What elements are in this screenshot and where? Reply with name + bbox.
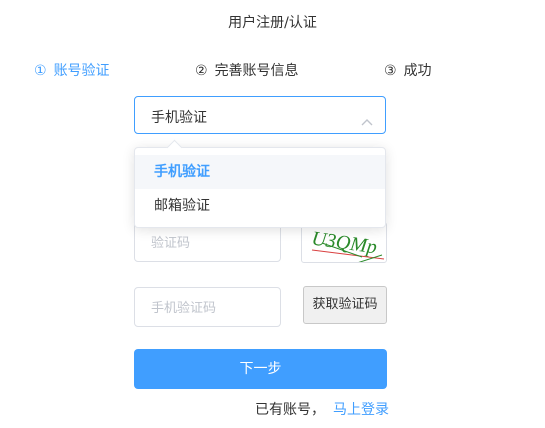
captcha-image[interactable]: U3QMp <box>301 222 387 263</box>
chevron-up-icon <box>361 111 373 130</box>
captcha-input[interactable]: 验证码 <box>134 222 281 262</box>
captcha-placeholder: 验证码 <box>151 236 191 251</box>
step-complete-info: ② 完善账号信息 <box>195 60 299 80</box>
verify-method-select[interactable]: 手机验证 <box>134 96 386 134</box>
sms-code-input[interactable]: 手机验证码 <box>134 287 281 327</box>
next-step-button[interactable]: 下一步 <box>134 349 387 389</box>
step-number: ① <box>34 63 47 79</box>
verify-method-value: 手机验证 <box>151 110 207 126</box>
verify-method-dropdown: 手机验证 邮箱验证 <box>134 139 386 228</box>
get-code-button[interactable]: 获取验证码 <box>303 286 387 324</box>
step-account-verify: ① 账号验证 <box>34 60 110 80</box>
step-number: ② <box>195 63 208 79</box>
step-label: 账号验证 <box>53 63 110 79</box>
step-label: 完善账号信息 <box>214 63 299 79</box>
login-link[interactable]: 马上登录 <box>333 399 389 419</box>
page-title: 用户注册/认证 <box>228 15 317 31</box>
captcha-graphic: U3QMp <box>310 228 385 262</box>
step-number: ③ <box>384 63 397 79</box>
dropdown-caret <box>166 139 183 156</box>
has-account-text: 已有账号， <box>255 402 325 418</box>
dropdown-option-email[interactable]: 邮箱验证 <box>135 189 385 223</box>
registration-page: 用户注册/认证 ① 账号验证 ② 完善账号信息 ③ 成功 手机验证 验证码 U3QMp… <box>0 0 545 428</box>
step-success: ③ 成功 <box>384 60 432 80</box>
dropdown-option-phone[interactable]: 手机验证 <box>135 155 385 189</box>
sms-code-placeholder: 手机验证码 <box>151 301 217 316</box>
step-label: 成功 <box>403 63 432 79</box>
